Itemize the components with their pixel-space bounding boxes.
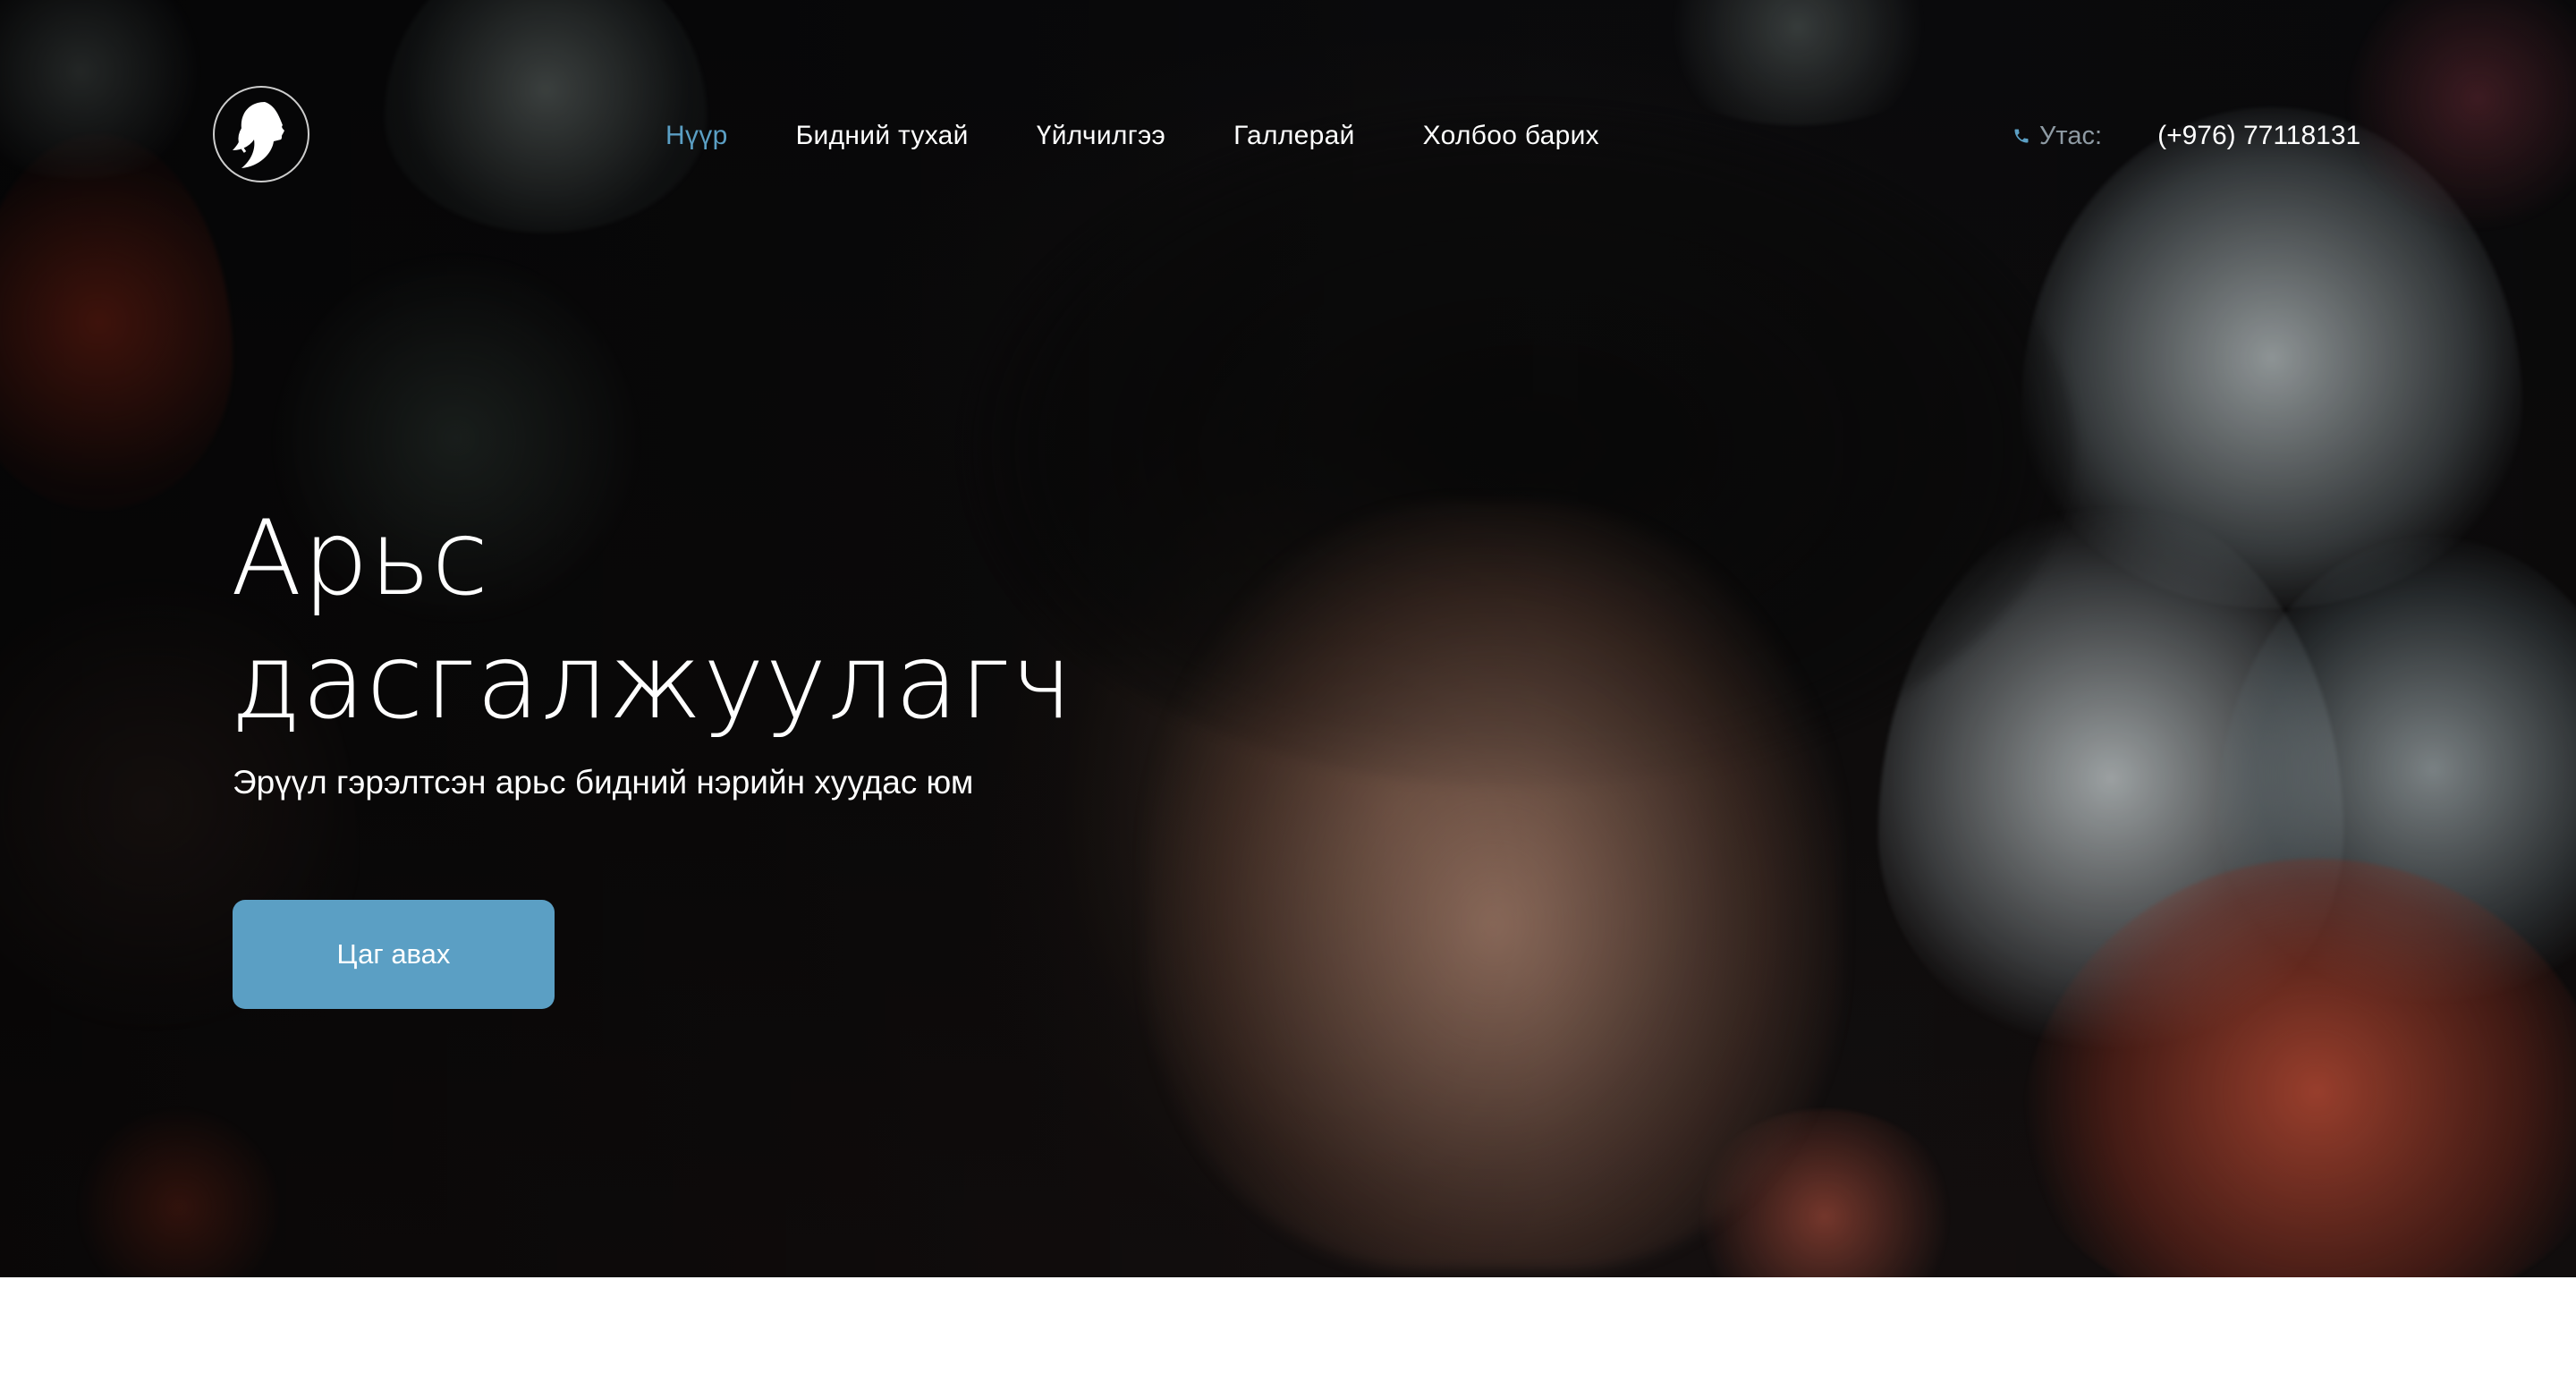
nav-item-about[interactable]: Бидний тухай — [796, 121, 969, 151]
nav-item-gallery[interactable]: Галлерай — [1233, 121, 1354, 151]
page-content-start — [0, 1277, 2576, 1390]
hero-title-line2: дасгалжуулагч — [231, 622, 1074, 742]
hero-title: Арьс дасгалжуулагч — [231, 497, 1125, 744]
site-header: Нүүр Бидний тухай Үйлчилгээ Галлерай Хол… — [0, 0, 2576, 268]
phone-contact: Утас: (+976) 77118131 — [2012, 114, 2360, 157]
hero-section: Нүүр Бидний тухай Үйлчилгээ Галлерай Хол… — [0, 0, 2576, 1277]
nav-item-services[interactable]: Үйлчилгээ — [1037, 121, 1165, 151]
main-nav: Нүүр Бидний тухай Үйлчилгээ Галлерай Хол… — [665, 114, 1599, 157]
phone-label: Утас: — [2039, 121, 2103, 150]
hero-subtitle: Эрүүл гэрэлтсэн арьс бидний нэрийн хууда… — [233, 764, 974, 801]
book-appointment-button[interactable]: Цаг авах — [233, 900, 555, 1009]
phone-icon — [2014, 129, 2029, 143]
hero-title-line1: Арьс — [231, 498, 490, 619]
nav-item-home[interactable]: Нүүр — [665, 121, 728, 151]
logo[interactable] — [213, 86, 309, 182]
phone-number[interactable]: (+976) 77118131 — [2157, 121, 2360, 151]
woman-silhouette-icon — [233, 102, 284, 168]
nav-item-contact[interactable]: Холбоо барих — [1423, 121, 1599, 151]
